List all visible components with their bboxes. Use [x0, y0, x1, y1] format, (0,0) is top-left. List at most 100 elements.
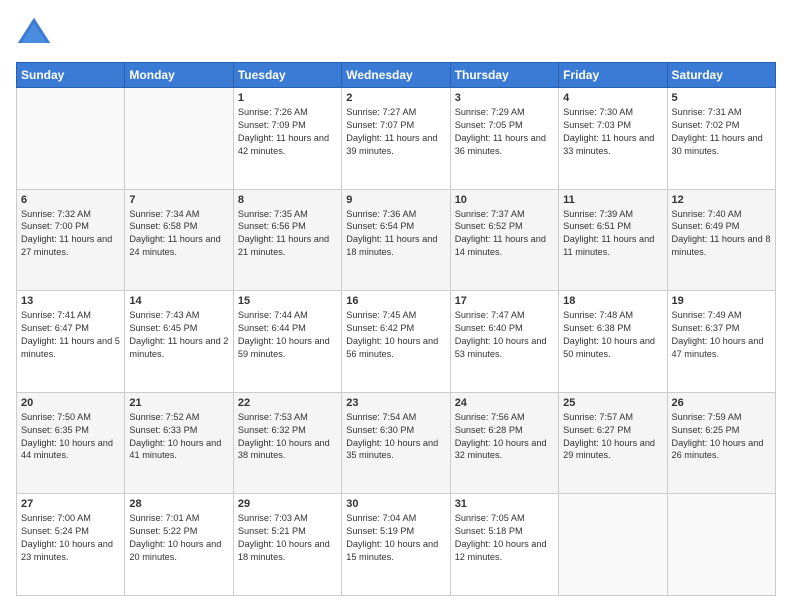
calendar-cell: 4 Sunrise: 7:30 AM Sunset: 7:03 PM Dayli… [559, 88, 667, 190]
sunset: Sunset: 6:56 PM [238, 220, 337, 233]
logo [16, 16, 56, 52]
logo-icon [16, 16, 52, 52]
cell-content: Sunrise: 7:26 AM Sunset: 7:09 PM Dayligh… [238, 106, 337, 158]
sunset: Sunset: 6:52 PM [455, 220, 554, 233]
sunset: Sunset: 6:32 PM [238, 424, 337, 437]
sunrise: Sunrise: 7:57 AM [563, 411, 662, 424]
day-number: 19 [672, 295, 771, 307]
calendar-header-row: SundayMondayTuesdayWednesdayThursdayFrid… [17, 63, 776, 88]
daylight: Daylight: 11 hours and 27 minutes. [21, 233, 120, 259]
calendar-cell: 3 Sunrise: 7:29 AM Sunset: 7:05 PM Dayli… [450, 88, 558, 190]
daylight: Daylight: 11 hours and 33 minutes. [563, 132, 662, 158]
cell-content: Sunrise: 7:31 AM Sunset: 7:02 PM Dayligh… [672, 106, 771, 158]
calendar-day-header: Friday [559, 63, 667, 88]
calendar-day-header: Monday [125, 63, 233, 88]
calendar-cell: 15 Sunrise: 7:44 AM Sunset: 6:44 PM Dayl… [233, 291, 341, 393]
calendar-cell: 22 Sunrise: 7:53 AM Sunset: 6:32 PM Dayl… [233, 392, 341, 494]
daylight: Daylight: 11 hours and 21 minutes. [238, 233, 337, 259]
sunset: Sunset: 6:25 PM [672, 424, 771, 437]
daylight: Daylight: 10 hours and 35 minutes. [346, 437, 445, 463]
daylight: Daylight: 10 hours and 15 minutes. [346, 538, 445, 564]
sunrise: Sunrise: 7:26 AM [238, 106, 337, 119]
cell-content: Sunrise: 7:34 AM Sunset: 6:58 PM Dayligh… [129, 208, 228, 260]
sunset: Sunset: 7:07 PM [346, 119, 445, 132]
calendar-week-row: 20 Sunrise: 7:50 AM Sunset: 6:35 PM Dayl… [17, 392, 776, 494]
day-number: 27 [21, 498, 120, 510]
calendar-cell: 5 Sunrise: 7:31 AM Sunset: 7:02 PM Dayli… [667, 88, 775, 190]
calendar-cell: 2 Sunrise: 7:27 AM Sunset: 7:07 PM Dayli… [342, 88, 450, 190]
sunset: Sunset: 6:37 PM [672, 322, 771, 335]
daylight: Daylight: 10 hours and 18 minutes. [238, 538, 337, 564]
day-number: 22 [238, 397, 337, 409]
day-number: 3 [455, 92, 554, 104]
calendar-cell [559, 494, 667, 596]
sunset: Sunset: 7:09 PM [238, 119, 337, 132]
cell-content: Sunrise: 7:59 AM Sunset: 6:25 PM Dayligh… [672, 411, 771, 463]
cell-content: Sunrise: 7:40 AM Sunset: 6:49 PM Dayligh… [672, 208, 771, 260]
calendar-cell: 19 Sunrise: 7:49 AM Sunset: 6:37 PM Dayl… [667, 291, 775, 393]
sunrise: Sunrise: 7:35 AM [238, 208, 337, 221]
sunset: Sunset: 5:24 PM [21, 525, 120, 538]
header [16, 16, 776, 52]
day-number: 31 [455, 498, 554, 510]
day-number: 26 [672, 397, 771, 409]
sunset: Sunset: 5:19 PM [346, 525, 445, 538]
sunrise: Sunrise: 7:03 AM [238, 512, 337, 525]
sunset: Sunset: 6:51 PM [563, 220, 662, 233]
day-number: 11 [563, 194, 662, 206]
sunrise: Sunrise: 7:44 AM [238, 309, 337, 322]
daylight: Daylight: 11 hours and 5 minutes. [21, 335, 120, 361]
sunset: Sunset: 6:27 PM [563, 424, 662, 437]
calendar-day-header: Wednesday [342, 63, 450, 88]
calendar-cell: 9 Sunrise: 7:36 AM Sunset: 6:54 PM Dayli… [342, 189, 450, 291]
cell-content: Sunrise: 7:39 AM Sunset: 6:51 PM Dayligh… [563, 208, 662, 260]
daylight: Daylight: 11 hours and 14 minutes. [455, 233, 554, 259]
sunrise: Sunrise: 7:04 AM [346, 512, 445, 525]
daylight: Daylight: 11 hours and 11 minutes. [563, 233, 662, 259]
calendar-week-row: 1 Sunrise: 7:26 AM Sunset: 7:09 PM Dayli… [17, 88, 776, 190]
cell-content: Sunrise: 7:53 AM Sunset: 6:32 PM Dayligh… [238, 411, 337, 463]
day-number: 30 [346, 498, 445, 510]
daylight: Daylight: 10 hours and 32 minutes. [455, 437, 554, 463]
daylight: Daylight: 10 hours and 38 minutes. [238, 437, 337, 463]
sunset: Sunset: 6:44 PM [238, 322, 337, 335]
sunrise: Sunrise: 7:34 AM [129, 208, 228, 221]
cell-content: Sunrise: 7:36 AM Sunset: 6:54 PM Dayligh… [346, 208, 445, 260]
calendar-table: SundayMondayTuesdayWednesdayThursdayFrid… [16, 62, 776, 596]
cell-content: Sunrise: 7:50 AM Sunset: 6:35 PM Dayligh… [21, 411, 120, 463]
daylight: Daylight: 11 hours and 18 minutes. [346, 233, 445, 259]
sunset: Sunset: 6:49 PM [672, 220, 771, 233]
day-number: 25 [563, 397, 662, 409]
page: SundayMondayTuesdayWednesdayThursdayFrid… [0, 0, 792, 612]
calendar-cell: 17 Sunrise: 7:47 AM Sunset: 6:40 PM Dayl… [450, 291, 558, 393]
daylight: Daylight: 11 hours and 8 minutes. [672, 233, 771, 259]
sunrise: Sunrise: 7:50 AM [21, 411, 120, 424]
calendar-cell: 6 Sunrise: 7:32 AM Sunset: 7:00 PM Dayli… [17, 189, 125, 291]
sunset: Sunset: 6:47 PM [21, 322, 120, 335]
day-number: 21 [129, 397, 228, 409]
sunset: Sunset: 7:00 PM [21, 220, 120, 233]
cell-content: Sunrise: 7:29 AM Sunset: 7:05 PM Dayligh… [455, 106, 554, 158]
daylight: Daylight: 11 hours and 30 minutes. [672, 132, 771, 158]
day-number: 29 [238, 498, 337, 510]
sunset: Sunset: 6:42 PM [346, 322, 445, 335]
sunrise: Sunrise: 7:36 AM [346, 208, 445, 221]
calendar-cell: 29 Sunrise: 7:03 AM Sunset: 5:21 PM Dayl… [233, 494, 341, 596]
day-number: 9 [346, 194, 445, 206]
daylight: Daylight: 10 hours and 29 minutes. [563, 437, 662, 463]
calendar-day-header: Sunday [17, 63, 125, 88]
cell-content: Sunrise: 7:56 AM Sunset: 6:28 PM Dayligh… [455, 411, 554, 463]
daylight: Daylight: 11 hours and 2 minutes. [129, 335, 228, 361]
cell-content: Sunrise: 7:30 AM Sunset: 7:03 PM Dayligh… [563, 106, 662, 158]
daylight: Daylight: 10 hours and 50 minutes. [563, 335, 662, 361]
daylight: Daylight: 10 hours and 20 minutes. [129, 538, 228, 564]
sunset: Sunset: 6:45 PM [129, 322, 228, 335]
cell-content: Sunrise: 7:03 AM Sunset: 5:21 PM Dayligh… [238, 512, 337, 564]
calendar-cell: 12 Sunrise: 7:40 AM Sunset: 6:49 PM Dayl… [667, 189, 775, 291]
calendar-day-header: Saturday [667, 63, 775, 88]
daylight: Daylight: 11 hours and 24 minutes. [129, 233, 228, 259]
calendar-cell: 28 Sunrise: 7:01 AM Sunset: 5:22 PM Dayl… [125, 494, 233, 596]
calendar-cell: 23 Sunrise: 7:54 AM Sunset: 6:30 PM Dayl… [342, 392, 450, 494]
sunrise: Sunrise: 7:54 AM [346, 411, 445, 424]
sunset: Sunset: 6:54 PM [346, 220, 445, 233]
